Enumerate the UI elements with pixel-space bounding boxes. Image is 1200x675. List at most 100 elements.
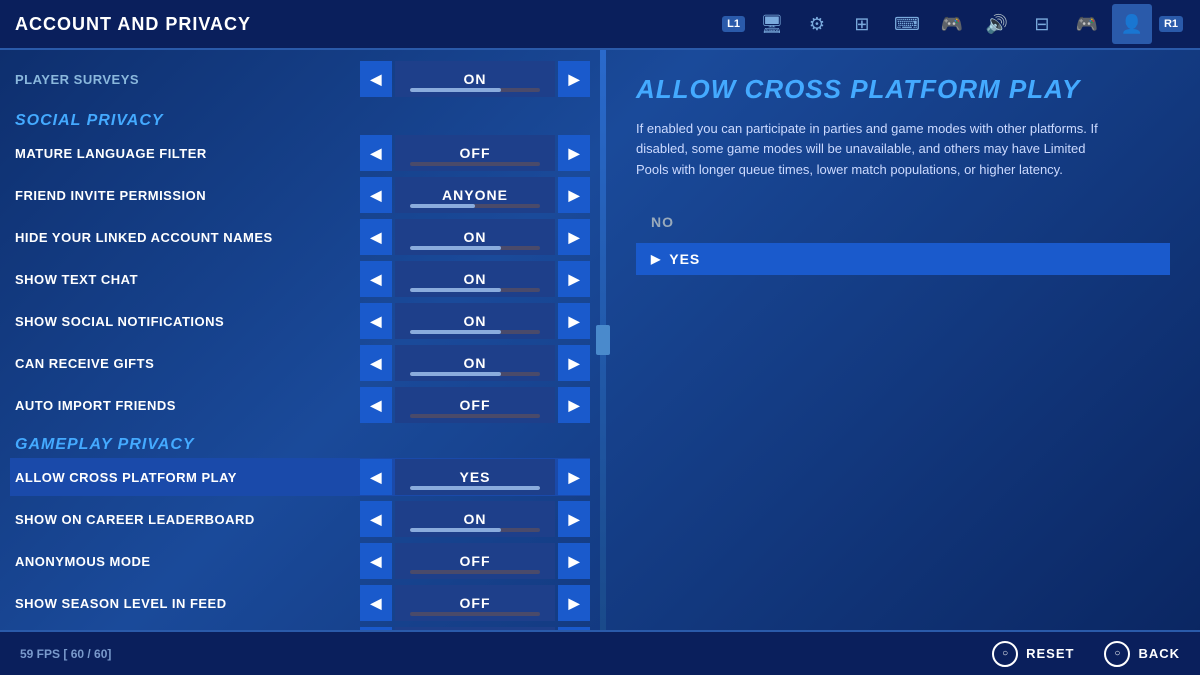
auto-import-friends-control: ◀ OFF ▶ (360, 387, 590, 423)
nav-icon-sound[interactable]: 🔊 (977, 4, 1017, 44)
hide-linked-left-btn[interactable]: ◀ (360, 219, 392, 255)
nav-icon-controller1[interactable]: 🎮 (932, 4, 972, 44)
hide-linked-accounts-row: HIDE YOUR LINKED ACCOUNT NAMES ◀ ON ▶ (10, 218, 590, 256)
hide-linked-control: ◀ ON ▶ (360, 219, 590, 255)
right-arrow-icon: ▶ (569, 313, 580, 330)
left-arrow-icon: ◀ (371, 71, 382, 88)
player-surveys-right-btn[interactable]: ▶ (558, 61, 590, 97)
mature-language-filter-label: MATURE LANGUAGE FILTER (10, 146, 360, 161)
anonymous-mode-row: ANONYMOUS MODE ◀ OFF ▶ (10, 542, 590, 580)
left-arrow-icon: ◀ (371, 271, 382, 288)
mature-language-filter-row: MATURE LANGUAGE FILTER ◀ OFF ▶ (10, 134, 590, 172)
right-arrow-icon: ▶ (569, 145, 580, 162)
allow-cross-platform-row[interactable]: ALLOW CROSS PLATFORM PLAY ◀ YES ▶ (10, 458, 590, 496)
right-arrow-icon: ▶ (569, 271, 580, 288)
can-receive-gifts-right-btn[interactable]: ▶ (558, 345, 590, 381)
player-surveys-control: ◀ ON ▶ (360, 61, 590, 97)
option-yes[interactable]: ▶ YES (636, 243, 1170, 275)
auto-import-friends-row: AUTO IMPORT FRIENDS ◀ OFF ▶ (10, 386, 590, 424)
back-action[interactable]: ○ BACK (1104, 641, 1180, 667)
fps-display: 59 FPS [ 60 / 60] (20, 647, 111, 661)
anonymous-mode-control: ◀ OFF ▶ (360, 543, 590, 579)
detail-description: If enabled you can participate in partie… (636, 119, 1116, 181)
friend-invite-value-box: ANYONE (395, 177, 555, 213)
show-career-left-btn[interactable]: ◀ (360, 501, 392, 537)
back-button-icon: ○ (1104, 641, 1130, 667)
option-selected-arrow-icon: ▶ (651, 252, 661, 266)
detail-title: ALLOW CROSS PLATFORM PLAY (636, 75, 1170, 104)
left-arrow-icon: ◀ (371, 229, 382, 246)
can-receive-gifts-value: ON (464, 355, 487, 371)
show-text-chat-label: SHOW TEXT CHAT (10, 272, 360, 287)
slider-fill (410, 330, 501, 334)
show-text-chat-value-box: ON (395, 261, 555, 297)
main-content: PLAYER SURVEYS ◀ ON ▶ SOCIAL PRIVACY (0, 50, 1200, 630)
friend-invite-left-btn[interactable]: ◀ (360, 177, 392, 213)
right-arrow-icon: ▶ (569, 187, 580, 204)
player-surveys-label: PLAYER SURVEYS (10, 72, 360, 87)
hide-linked-right-btn[interactable]: ▶ (558, 219, 590, 255)
nav-icon-user[interactable]: 👤 (1112, 4, 1152, 44)
slider-fill (410, 246, 501, 250)
can-receive-gifts-left-btn[interactable]: ◀ (360, 345, 392, 381)
left-arrow-icon: ◀ (371, 145, 382, 162)
hide-linked-slider (410, 246, 540, 250)
bottom-bar: 59 FPS [ 60 / 60] ○ RESET ○ BACK (0, 630, 1200, 675)
friend-invite-right-btn[interactable]: ▶ (558, 177, 590, 213)
show-career-value-box: ON (395, 501, 555, 537)
auto-import-friends-left-btn[interactable]: ◀ (360, 387, 392, 423)
nav-icon-keyboard[interactable]: ⌨ (887, 4, 927, 44)
option-no-label: NO (651, 214, 674, 230)
right-arrow-icon: ▶ (569, 469, 580, 486)
nav-icon-controller2[interactable]: 🎮 (1067, 4, 1107, 44)
player-surveys-row: PLAYER SURVEYS ◀ ON ▶ (10, 60, 590, 98)
slider-fill (410, 204, 475, 208)
left-arrow-icon: ◀ (371, 187, 382, 204)
player-surveys-left-btn[interactable]: ◀ (360, 61, 392, 97)
auto-import-friends-right-btn[interactable]: ▶ (558, 387, 590, 423)
show-social-notifications-left-btn[interactable]: ◀ (360, 303, 392, 339)
right-arrow-icon: ▶ (569, 229, 580, 246)
hide-linked-value: ON (464, 229, 487, 245)
option-no[interactable]: NO (636, 206, 1170, 238)
nav-icon-monitor[interactable]: 🖥 (752, 4, 792, 44)
nav-icon-group: L1 🖥 ⚙ ⊞ ⌨ 🎮 🔊 ⊟ 🎮 👤 R1 (720, 4, 1185, 44)
show-season-level-label: SHOW SEASON LEVEL IN FEED (10, 596, 360, 611)
settings-panel[interactable]: PLAYER SURVEYS ◀ ON ▶ SOCIAL PRIVACY (0, 50, 600, 630)
show-career-right-btn[interactable]: ▶ (558, 501, 590, 537)
show-text-chat-left-btn[interactable]: ◀ (360, 261, 392, 297)
show-season-level-left-btn[interactable]: ◀ (360, 585, 392, 621)
slider-fill (410, 486, 540, 490)
show-season-level-right-btn[interactable]: ▶ (558, 585, 590, 621)
right-arrow-icon: ▶ (569, 71, 580, 88)
show-social-notifications-right-btn[interactable]: ▶ (558, 303, 590, 339)
left-arrow-icon: ◀ (371, 397, 382, 414)
nav-icon-settings[interactable]: ⚙ (797, 4, 837, 44)
allow-cross-platform-right-btn[interactable]: ▶ (558, 459, 590, 495)
right-arrow-icon: ▶ (569, 397, 580, 414)
mature-language-left-btn[interactable]: ◀ (360, 135, 392, 171)
r1-badge: R1 (1159, 16, 1183, 32)
nav-icon-network[interactable]: ⊟ (1022, 4, 1062, 44)
show-season-level-value: OFF (460, 595, 491, 611)
auto-import-friends-label: AUTO IMPORT FRIENDS (10, 398, 360, 413)
hide-linked-accounts-label: HIDE YOUR LINKED ACCOUNT NAMES (10, 230, 360, 245)
nav-icon-grid[interactable]: ⊞ (842, 4, 882, 44)
fps-value: 59 FPS (20, 647, 60, 661)
reset-action[interactable]: ○ RESET (992, 641, 1074, 667)
anonymous-mode-right-btn[interactable]: ▶ (558, 543, 590, 579)
mature-language-right-btn[interactable]: ▶ (558, 135, 590, 171)
auto-import-friends-value-box: OFF (395, 387, 555, 423)
show-social-notifications-value-box: ON (395, 303, 555, 339)
option-list: NO ▶ YES (636, 206, 1170, 275)
can-receive-gifts-row: CAN RECEIVE GIFTS ◀ ON ▶ (10, 344, 590, 382)
right-arrow-icon: ▶ (569, 595, 580, 612)
show-text-chat-right-btn[interactable]: ▶ (558, 261, 590, 297)
allow-cross-platform-label: ALLOW CROSS PLATFORM PLAY (10, 470, 360, 485)
mature-language-filter-control: ◀ OFF ▶ (360, 135, 590, 171)
gameplay-privacy-header: GAMEPLAY PRIVACY (10, 428, 590, 458)
l1-badge: L1 (722, 16, 745, 32)
player-surveys-value-box: ON (395, 61, 555, 97)
anonymous-mode-left-btn[interactable]: ◀ (360, 543, 392, 579)
allow-cross-platform-left-btn[interactable]: ◀ (360, 459, 392, 495)
